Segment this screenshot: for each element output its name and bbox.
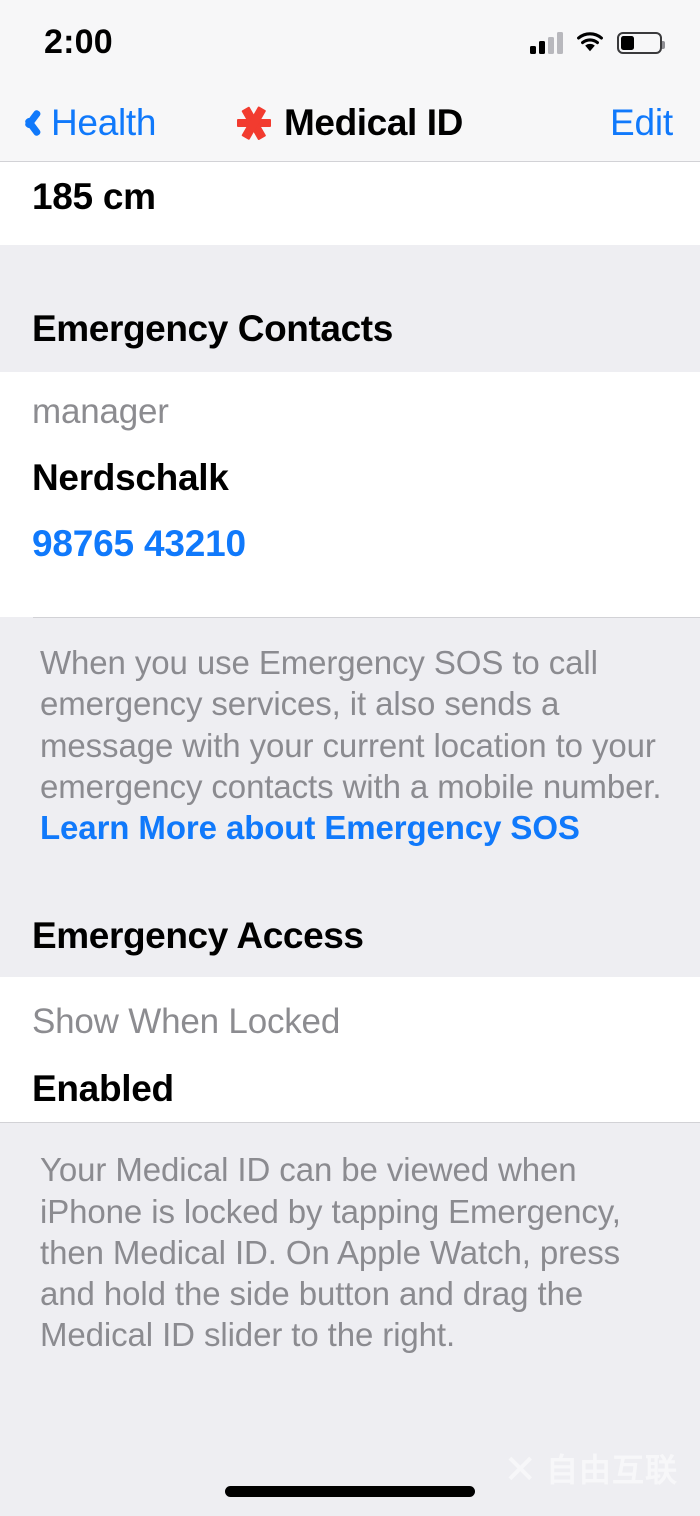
bottom-area: ✕ 自由互联	[0, 1416, 700, 1516]
show-when-locked-value: Enabled	[32, 1068, 174, 1110]
site-watermark: ✕ 自由互联	[503, 1450, 678, 1490]
contact-relationship: manager	[32, 392, 169, 431]
page-title: Medical ID	[284, 102, 463, 143]
home-indicator[interactable]	[225, 1486, 475, 1497]
emergency-sos-footer-text: When you use Emergency SOS to call emerg…	[40, 644, 662, 805]
medical-id-asterisk-icon	[237, 106, 271, 140]
back-button[interactable]: Health	[0, 102, 156, 144]
emergency-sos-footer: When you use Emergency SOS to call emerg…	[0, 618, 700, 867]
cellular-signal-icon	[530, 31, 563, 54]
chevron-left-icon	[20, 106, 40, 140]
wifi-icon	[576, 31, 604, 54]
status-bar-time: 2:00	[44, 23, 113, 61]
status-bar: 2:00	[0, 0, 700, 85]
emergency-contact-row[interactable]: manager Nerdschalk 98765 43210	[0, 372, 700, 617]
show-when-locked-row[interactable]: Show When Locked Enabled	[0, 977, 700, 1123]
height-row[interactable]: 185 cm	[0, 162, 700, 245]
back-button-label: Health	[51, 102, 157, 143]
emergency-contacts-header-label: Emergency Contacts	[32, 308, 393, 349]
navigation-bar: Health Medical ID Edit	[0, 85, 700, 162]
emergency-access-footer-text: Your Medical ID can be viewed when iPhon…	[40, 1151, 621, 1354]
emergency-contacts-header: Emergency Contacts	[0, 245, 700, 372]
contact-phone-number[interactable]: 98765 43210	[32, 525, 668, 562]
x-logo-icon: ✕	[503, 1448, 537, 1492]
watermark-text: 自由互联	[545, 1452, 678, 1488]
emergency-access-footer: Your Medical ID can be viewed when iPhon…	[0, 1123, 700, 1356]
edit-button[interactable]: Edit	[610, 102, 700, 144]
show-when-locked-label: Show When Locked	[32, 1002, 341, 1042]
emergency-access-header-label: Emergency Access	[32, 915, 364, 957]
height-value: 185 cm	[32, 176, 156, 217]
battery-icon	[617, 31, 665, 54]
emergency-access-header: Emergency Access	[0, 866, 700, 978]
iphone-screen: 2:00 Health Medical ID Edit 185 cm Emerg…	[0, 0, 700, 1516]
status-bar-indicators	[530, 31, 665, 54]
medical-id-scroll-content[interactable]: 185 cm Emergency Contacts manager Nerdsc…	[0, 162, 700, 1516]
contact-name: Nerdschalk	[32, 457, 229, 498]
learn-more-emergency-sos-link[interactable]: Learn More about Emergency SOS	[40, 809, 580, 846]
